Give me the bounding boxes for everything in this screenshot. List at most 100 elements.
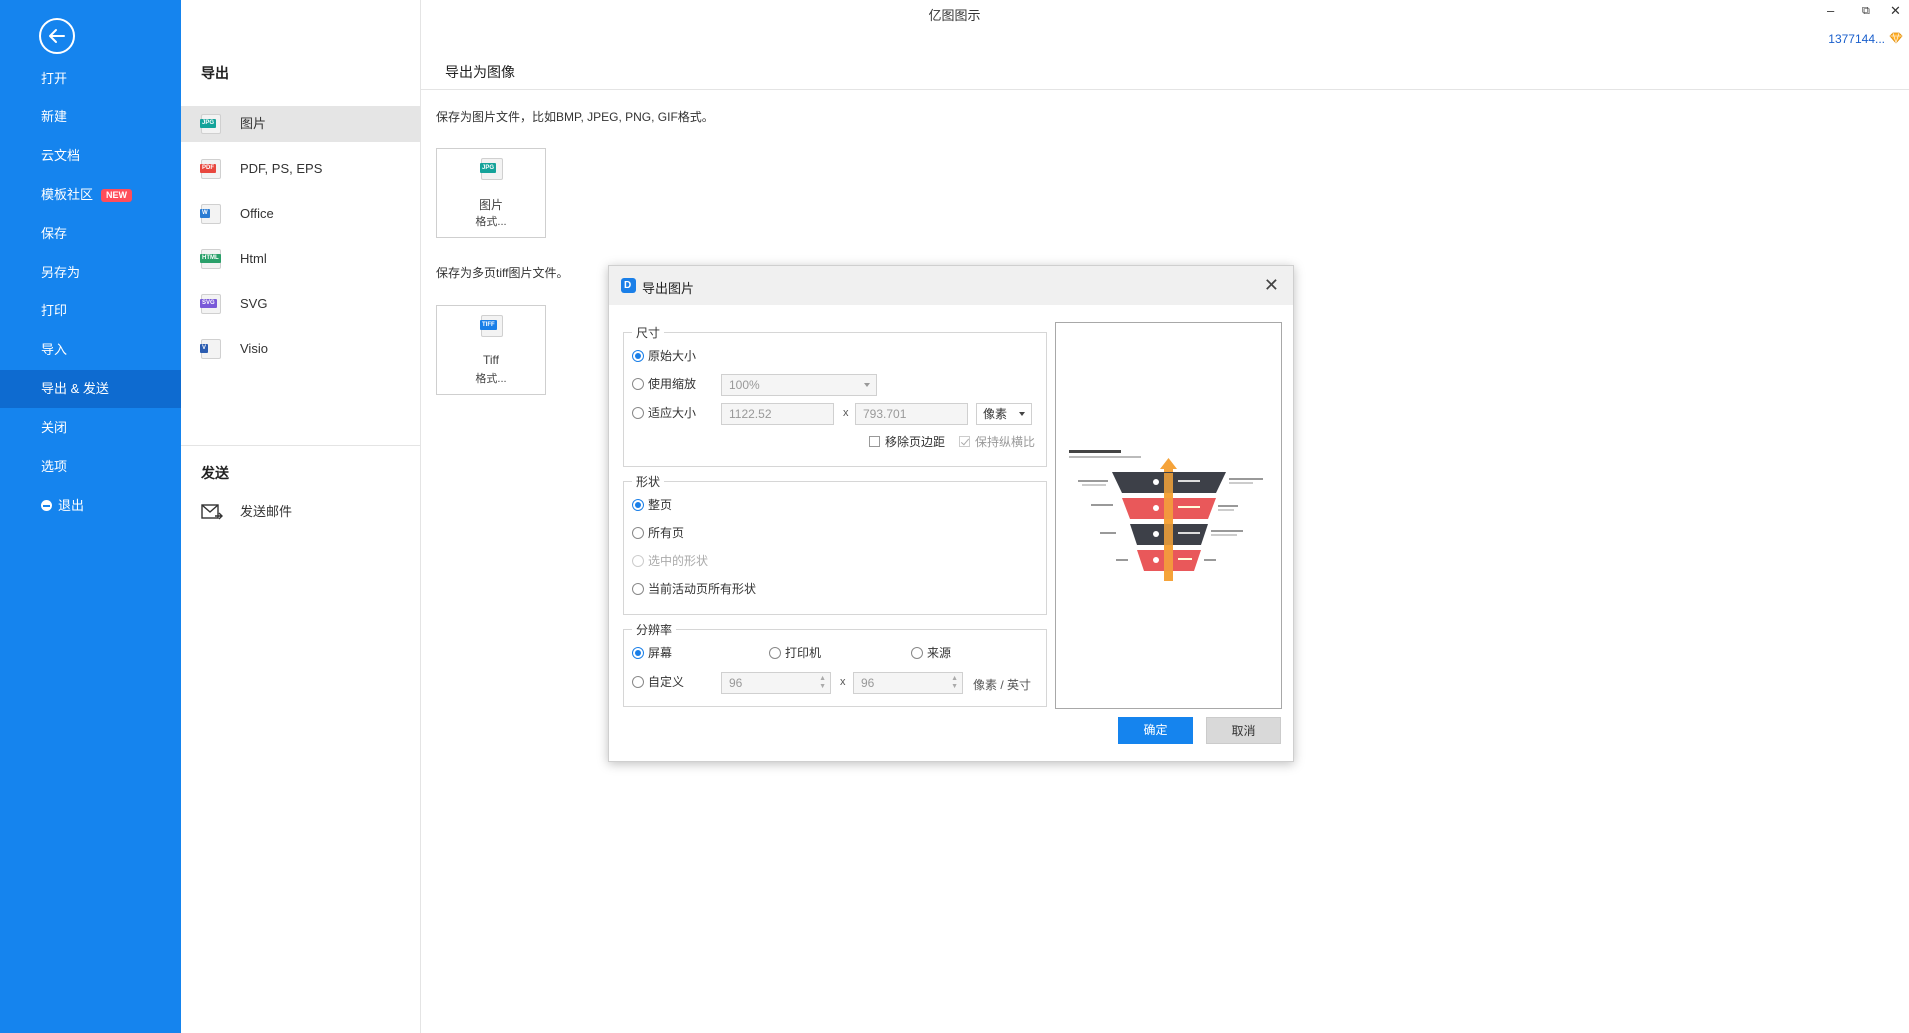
format-item-html[interactable]: HTML Html xyxy=(181,241,420,277)
diagram-thumbnail xyxy=(1065,445,1272,592)
jpg-file-icon: JPG xyxy=(480,158,503,180)
sidebar-item-options[interactable]: 选项 xyxy=(0,448,181,486)
new-badge: NEW xyxy=(101,189,133,203)
export-image-dialog: D 导出图片 ✕ 尺寸 原始大小 使用缩放 100% 适应大小 1122.52 … xyxy=(608,265,1294,762)
send-section-title: 发送 xyxy=(201,465,229,481)
tiff-export-description: 保存为多页tiff图片文件。 xyxy=(436,266,569,280)
format-item-label: SVG xyxy=(240,296,268,311)
user-name[interactable]: 1377144... xyxy=(1828,32,1885,46)
minus-circle-icon xyxy=(41,500,52,511)
sidebar-item-cloud[interactable]: 云文档 xyxy=(0,137,181,175)
resolution-group: 分辨率 屏幕 打印机 来源 自定义 96 ▲ ▼ x 96 ▲ ▼ 像素 / 英寸 xyxy=(623,621,1047,707)
use-zoom-radio[interactable]: 使用缩放 xyxy=(632,376,696,392)
word-file-icon: W xyxy=(200,204,221,224)
image-export-description: 保存为图片文件，比如BMP, JPEG, PNG, GIF格式。 xyxy=(436,110,714,124)
send-item-label: 发送邮件 xyxy=(240,504,293,519)
sidebar-item-import[interactable]: 导入 xyxy=(0,331,181,369)
tiff-format-tile[interactable]: TIFF Tiff 格式... xyxy=(436,305,546,395)
remove-margin-checkbox[interactable]: 移除页边距 xyxy=(869,434,945,450)
selected-shapes-radio[interactable]: 选中的形状 xyxy=(632,553,708,569)
tile-label: 图片 xyxy=(478,198,503,212)
format-item-svg[interactable]: SVG SVG xyxy=(181,286,420,322)
send-email-item[interactable]: 发送邮件 xyxy=(181,494,420,530)
sidebar-item-label: 保存 xyxy=(41,226,68,241)
sidebar-item-label: 另存为 xyxy=(41,265,81,280)
shape-group-label: 形状 xyxy=(632,473,665,490)
visio-file-icon: V xyxy=(200,339,221,359)
custom-resolution-radio[interactable]: 自定义 xyxy=(632,674,684,690)
sidebar-item-templates[interactable]: 模板社区 NEW xyxy=(0,176,181,214)
dpi-unit-label: 像素 / 英寸 xyxy=(973,678,1032,692)
sidebar-item-save-as[interactable]: 另存为 xyxy=(0,254,181,292)
format-item-office[interactable]: W Office xyxy=(181,196,420,232)
tile-sublabel: 格式... xyxy=(475,216,507,228)
dialog-close-icon[interactable]: ✕ xyxy=(1264,275,1279,296)
dialog-header: D 导出图片 ✕ xyxy=(609,266,1293,305)
sidebar: 打开 新建 云文档 模板社区 NEW 保存 另存为 打印 导入 导出 & 发送 关… xyxy=(0,0,181,1033)
sidebar-item-new[interactable]: 新建 xyxy=(0,98,181,136)
image-format-tile[interactable]: JPG 图片 格式... xyxy=(436,148,546,238)
printer-radio[interactable]: 打印机 xyxy=(769,645,821,661)
format-item-image[interactable]: JPG 图片 xyxy=(181,106,420,142)
spinner-icon: ▲ ▼ xyxy=(819,675,826,690)
divider xyxy=(181,445,420,446)
times-separator: x xyxy=(843,407,849,419)
sidebar-item-label: 模板社区 xyxy=(41,187,94,202)
all-pages-radio[interactable]: 所有页 xyxy=(632,525,684,541)
source-radio[interactable]: 来源 xyxy=(911,645,951,661)
whole-page-radio[interactable]: 整页 xyxy=(632,497,672,513)
restore-icon[interactable]: ⧉ xyxy=(1862,5,1870,18)
original-size-radio[interactable]: 原始大小 xyxy=(632,348,696,364)
sidebar-item-export-send[interactable]: 导出 & 发送 xyxy=(0,370,181,408)
zoom-select[interactable]: 100% xyxy=(721,374,877,396)
times-separator: x xyxy=(840,676,846,688)
vip-gem-icon xyxy=(1889,32,1903,44)
screen-radio[interactable]: 屏幕 xyxy=(632,645,672,661)
format-item-label: Office xyxy=(240,206,274,221)
chevron-down-icon xyxy=(864,383,870,387)
height-input[interactable]: 793.701 xyxy=(855,403,968,425)
arrow-left-icon xyxy=(49,29,65,43)
sidebar-item-print[interactable]: 打印 xyxy=(0,292,181,330)
minimize-icon[interactable]: – xyxy=(1827,3,1834,18)
sidebar-item-save[interactable]: 保存 xyxy=(0,215,181,253)
format-item-label: Html xyxy=(240,251,267,266)
size-group: 尺寸 原始大小 使用缩放 100% 适应大小 1122.52 x 793.701… xyxy=(623,324,1047,467)
unit-select[interactable]: 像素 xyxy=(976,403,1032,425)
chevron-down-icon xyxy=(1019,412,1025,416)
sidebar-item-label: 打印 xyxy=(41,303,68,318)
dpi-x-input[interactable]: 96 ▲ ▼ xyxy=(721,672,831,694)
sidebar-item-label: 选项 xyxy=(41,459,68,474)
sidebar-item-label: 云文档 xyxy=(41,148,81,163)
sidebar-item-label: 关闭 xyxy=(41,420,68,435)
sidebar-item-open[interactable]: 打开 xyxy=(0,60,181,98)
width-input[interactable]: 1122.52 xyxy=(721,403,834,425)
sidebar-item-label: 退出 xyxy=(58,498,85,513)
divider xyxy=(421,89,1909,90)
keep-ratio-checkbox[interactable]: 保持纵横比 xyxy=(959,434,1035,450)
cancel-button[interactable]: 取消 xyxy=(1206,717,1281,744)
export-preview xyxy=(1055,322,1282,709)
fit-size-radio[interactable]: 适应大小 xyxy=(632,405,696,421)
tile-sublabel: 格式... xyxy=(475,373,507,385)
close-window-icon[interactable]: ✕ xyxy=(1890,3,1901,19)
format-item-visio[interactable]: V Visio xyxy=(181,331,420,367)
format-item-pdf[interactable]: PDF PDF, PS, EPS xyxy=(181,151,420,187)
dpi-y-input[interactable]: 96 ▲ ▼ xyxy=(853,672,963,694)
jpg-file-icon: JPG xyxy=(200,114,221,134)
format-item-label: PDF, PS, EPS xyxy=(240,161,323,176)
ok-button[interactable]: 确定 xyxy=(1118,717,1193,744)
app-logo-icon: D xyxy=(621,278,636,293)
shape-group: 形状 整页 所有页 选中的形状 当前活动页所有形状 xyxy=(623,473,1047,615)
svg-file-icon: SVG xyxy=(200,294,221,314)
current-page-shapes-radio[interactable]: 当前活动页所有形状 xyxy=(632,581,756,597)
sidebar-item-close[interactable]: 关闭 xyxy=(0,409,181,447)
sidebar-item-label: 导出 & 发送 xyxy=(41,381,109,396)
mail-send-icon xyxy=(201,504,223,520)
pdf-file-icon: PDF xyxy=(200,159,221,179)
sidebar-item-label: 导入 xyxy=(41,342,68,357)
html-file-icon: HTML xyxy=(200,249,221,269)
format-item-label: Visio xyxy=(240,341,268,356)
size-group-label: 尺寸 xyxy=(632,324,665,341)
sidebar-item-exit[interactable]: 退出 xyxy=(0,487,181,525)
